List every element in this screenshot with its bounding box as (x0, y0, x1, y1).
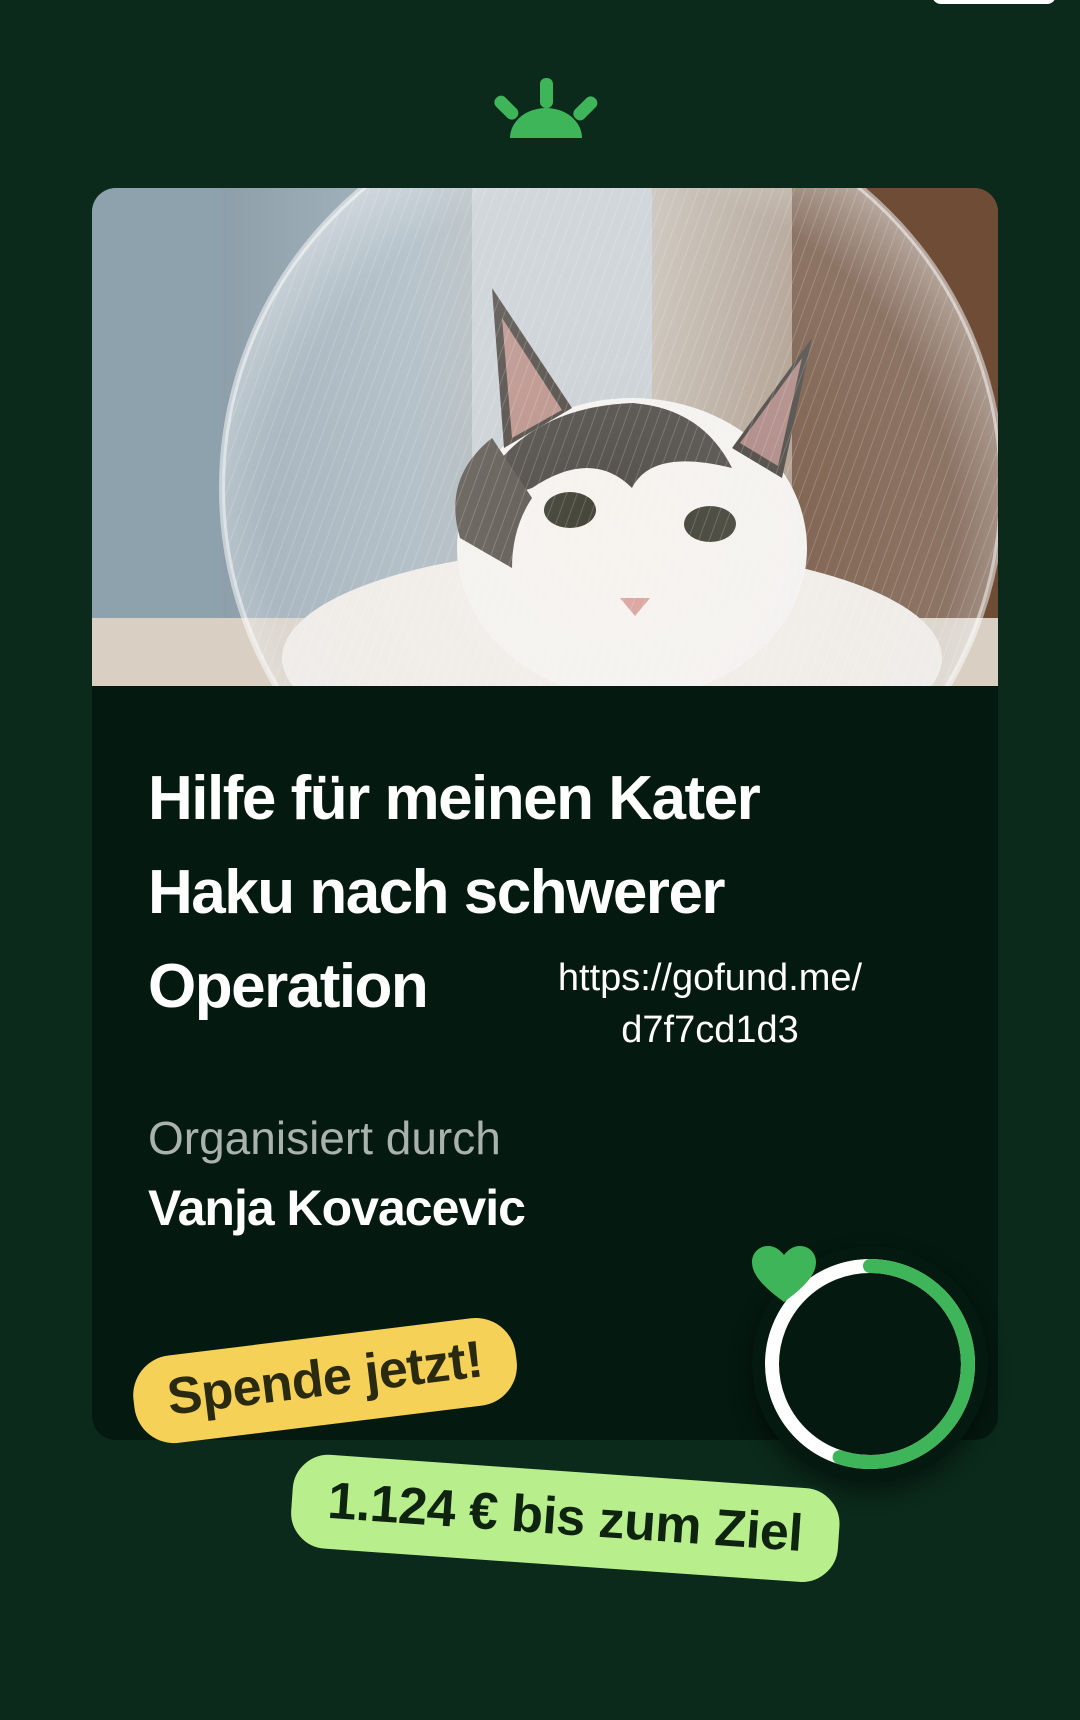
organizer-label: Organisiert durch (148, 1112, 501, 1164)
organizer-name[interactable]: Vanja Kovacevic (148, 1176, 526, 1240)
cat-photo (92, 188, 998, 686)
campaign-link[interactable]: https://gofund.me/ d7f7cd1d3 (510, 952, 910, 1056)
status-pill (932, 0, 1056, 4)
heart-icon (752, 1246, 816, 1302)
donation-progress-ring[interactable] (752, 1246, 988, 1482)
share-screen: Hilfe für meinen Kater Haku nach schwere… (0, 0, 1080, 1720)
gofundme-logo-icon (494, 78, 598, 138)
